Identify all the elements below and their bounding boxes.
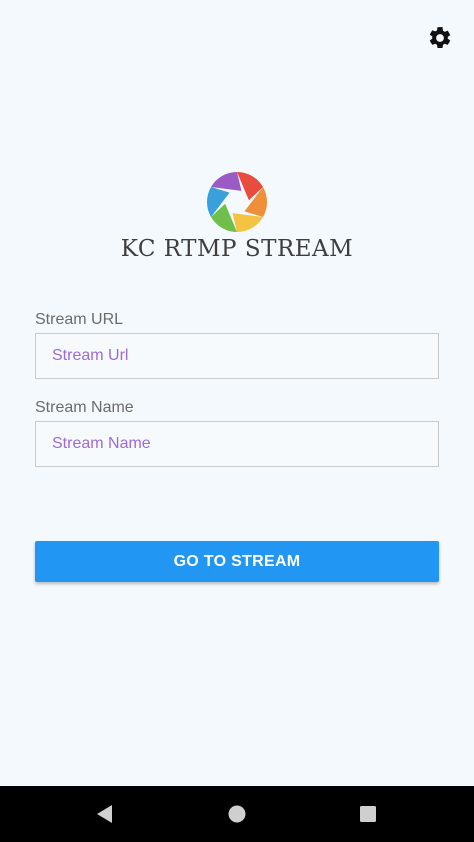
recents-square-icon	[360, 806, 376, 822]
stream-name-input[interactable]	[35, 421, 439, 467]
camera-aperture-icon	[207, 172, 267, 232]
aperture-blade	[232, 213, 263, 232]
settings-button[interactable]	[424, 22, 456, 54]
back-triangle-icon	[97, 805, 112, 823]
nav-back-button[interactable]	[77, 786, 133, 842]
aperture-blade	[211, 172, 242, 191]
brand-header: KC RTMP STREAM	[0, 170, 474, 262]
aperture-center	[227, 192, 247, 212]
stream-name-label: Stream Name	[35, 399, 134, 416]
home-circle-icon	[228, 805, 246, 823]
stream-url-input[interactable]	[35, 333, 439, 379]
nav-home-button[interactable]	[209, 786, 265, 842]
system-navigation-bar	[0, 786, 474, 842]
app-title: KC RTMP STREAM	[120, 236, 354, 262]
go-to-stream-button[interactable]: GO TO STREAM	[35, 541, 439, 582]
stream-url-label: Stream URL	[35, 311, 124, 328]
nav-recents-button[interactable]	[340, 786, 396, 842]
gear-icon	[429, 27, 451, 48]
